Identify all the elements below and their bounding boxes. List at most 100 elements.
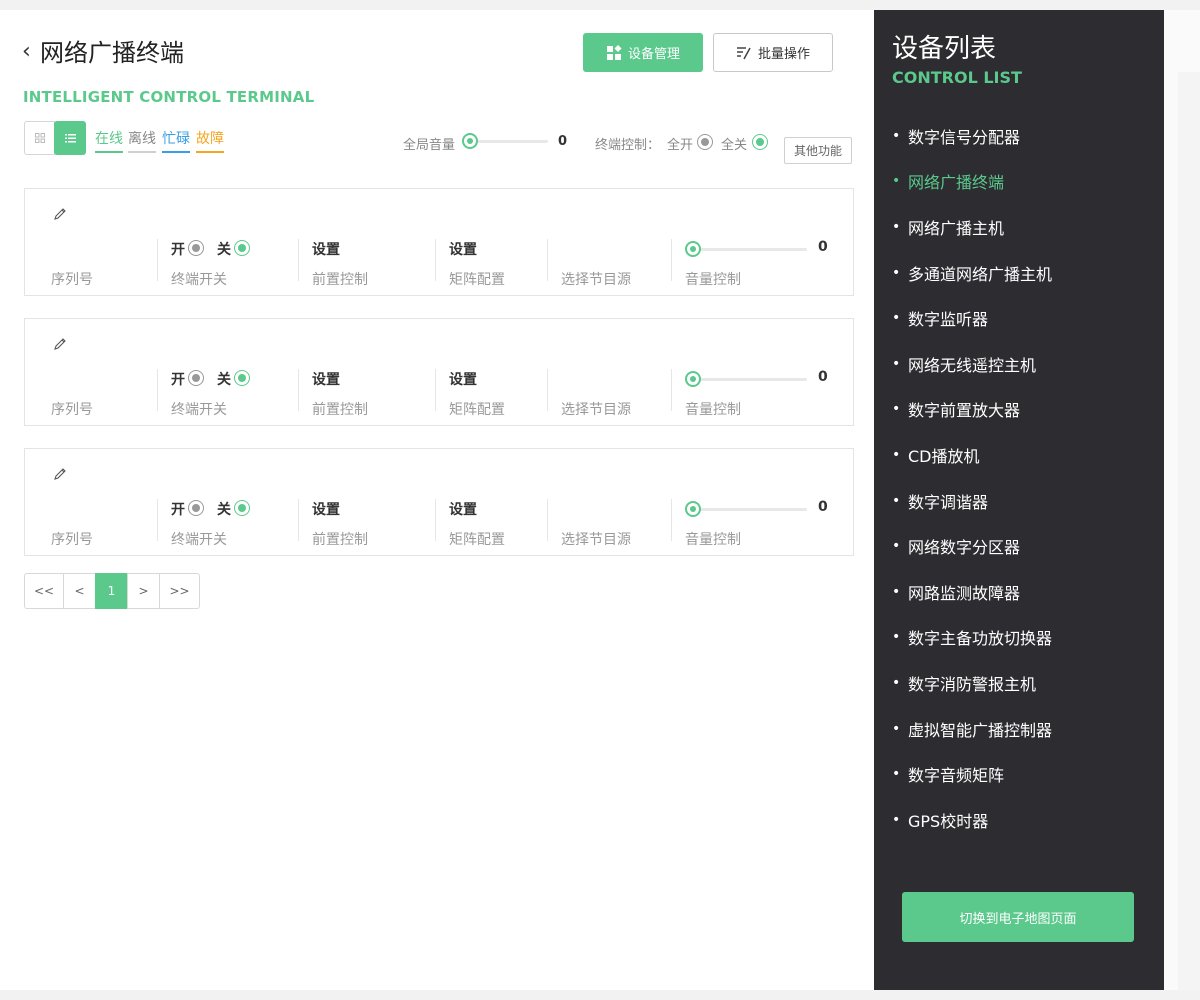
batch-edit-icon [736,46,751,59]
column-divider [671,499,672,541]
terminal-card: 序列号 开 关 终端开关 设置 前置控制 设置 矩阵配置 选择节目源 0 音量控… [24,318,854,426]
global-volume-knob[interactable] [462,133,478,149]
sidebar-item[interactable]: • 数字调谐器 [892,478,1052,524]
column-divider [157,239,158,281]
sidebar-item[interactable]: • 数字监听器 [892,295,1052,341]
page-next-button[interactable]: > [127,573,160,609]
sidebar-item[interactable]: • 多通道网络广播主机 [892,250,1052,296]
volume-value: 0 [818,239,828,255]
volume-knob[interactable] [685,501,701,517]
page-current-button[interactable]: 1 [95,573,128,609]
sidebar-item[interactable]: • CD播放机 [892,432,1052,478]
sidebar-item[interactable]: • 数字主备功放切换器 [892,615,1052,661]
device-manage-label: 设备管理 [627,47,680,62]
front-control-setting[interactable]: 设置 [312,239,340,259]
front-control-setting[interactable]: 设置 [312,499,340,519]
all-on-label: 全开 [667,138,694,153]
all-on-radio[interactable] [697,134,713,150]
volume-knob[interactable] [685,371,701,387]
pencil-icon[interactable] [53,467,67,481]
switch-label: 终端开关 [171,402,227,418]
sidebar-item[interactable]: • 虚拟智能广播控制器 [892,706,1052,752]
global-volume-value: 0 [558,134,568,149]
volume-label: 音量控制 [685,272,741,288]
source-select[interactable]: 选择节目源 [561,529,631,549]
pencil-icon[interactable] [53,337,67,351]
volume-value: 0 [818,369,828,385]
column-divider [435,239,436,281]
sidebar-item-label: 数字调谐器 [908,492,989,512]
switch-on-label: 开 [171,242,185,258]
volume-slider[interactable] [693,508,807,511]
filter-offline[interactable]: 离线 [128,128,156,153]
sidebar-item-label: 虚拟智能广播控制器 [908,720,1053,740]
page-first-button[interactable]: << [24,573,64,609]
global-volume-slider[interactable] [470,140,548,143]
filter-fault[interactable]: 故障 [196,128,224,153]
bullet-icon: • [892,127,901,144]
sidebar-list: • 数字信号分配器 • 网络广播终端 • 网络广播主机 • 多通道网络广播主机 • 数字监听器 • 网… [892,113,1052,843]
page-subtitle: INTELLIGENT CONTROL TERMINAL [23,88,315,106]
switch-on-radio[interactable] [188,500,204,516]
sidebar-item[interactable]: • 数字前置放大器 [892,387,1052,433]
terminal-control-label: 终端控制： [595,138,661,153]
batch-operation-label: 批量操作 [757,47,810,62]
all-off-radio[interactable] [752,134,768,150]
sidebar-item-label: 数字监听器 [908,310,989,330]
sidebar-item-label: 网络广播终端 [908,173,1005,193]
sidebar-item-label: 数字音频矩阵 [908,766,1005,786]
pagination: << < 1 > >> [24,573,200,609]
sidebar-item[interactable]: • 数字信号分配器 [892,113,1052,159]
sidebar-item[interactable]: • 网络无线遥控主机 [892,341,1052,387]
sidebar-item[interactable]: • 网络广播终端 [892,159,1052,205]
volume-column: 0 音量控制 [685,239,845,288]
column-divider [157,499,158,541]
front-control-label: 前置控制 [312,532,368,548]
pencil-icon[interactable] [53,207,67,221]
source-select[interactable]: 选择节目源 [561,399,631,419]
column-divider [298,369,299,411]
matrix-setting[interactable]: 设置 [449,369,477,389]
bullet-icon: • [892,811,901,828]
switch-off-radio[interactable] [234,370,250,386]
switch-off-radio[interactable] [234,500,250,516]
back-chevron-icon[interactable]: ‹ [22,40,31,64]
switch-off-radio[interactable] [234,240,250,256]
sidebar-item[interactable]: • 网路监测故障器 [892,569,1052,615]
switch-label: 终端开关 [171,272,227,288]
list-view-button[interactable] [54,121,86,155]
sidebar-item-label: 网络无线遥控主机 [908,355,1037,375]
sidebar-item[interactable]: • 数字音频矩阵 [892,751,1052,797]
volume-knob[interactable] [685,241,701,257]
page-title: 网络广播终端 [40,39,184,67]
terminal-card: 序列号 开 关 终端开关 设置 前置控制 设置 矩阵配置 选择节目源 0 音量控… [24,448,854,556]
bullet-icon: • [892,583,901,600]
switch-map-button[interactable]: 切换到电子地图页面 [902,892,1134,942]
switch-on-radio[interactable] [188,240,204,256]
batch-operation-button[interactable]: 批量操作 [713,33,833,72]
sidebar-item[interactable]: • GPS校时器 [892,797,1052,843]
volume-slider[interactable] [693,378,807,381]
list-view-icon [64,134,76,143]
filter-busy[interactable]: 忙碌 [162,128,190,153]
source-select[interactable]: 选择节目源 [561,269,631,289]
front-control-setting[interactable]: 设置 [312,369,340,389]
serial-label: 序列号 [51,532,93,548]
page-last-button[interactable]: >> [159,573,200,609]
sidebar-item[interactable]: • 网络数字分区器 [892,523,1052,569]
other-functions-button[interactable]: 其他功能 [784,137,852,164]
matrix-setting[interactable]: 设置 [449,499,477,519]
device-manage-button[interactable]: 设备管理 [583,33,703,72]
page-prev-button[interactable]: < [63,573,96,609]
volume-slider[interactable] [693,248,807,251]
sidebar-title: 设备列表 [892,34,997,64]
switch-on-radio[interactable] [188,370,204,386]
filter-online[interactable]: 在线 [95,128,123,153]
sidebar-item[interactable]: • 数字消防警报主机 [892,660,1052,706]
bullet-icon: • [892,401,901,418]
grid-view-button[interactable] [24,121,55,155]
matrix-setting[interactable]: 设置 [449,239,477,259]
sidebar-item[interactable]: • 网络广播主机 [892,204,1052,250]
column-divider [298,499,299,541]
bullet-icon: • [892,446,901,463]
